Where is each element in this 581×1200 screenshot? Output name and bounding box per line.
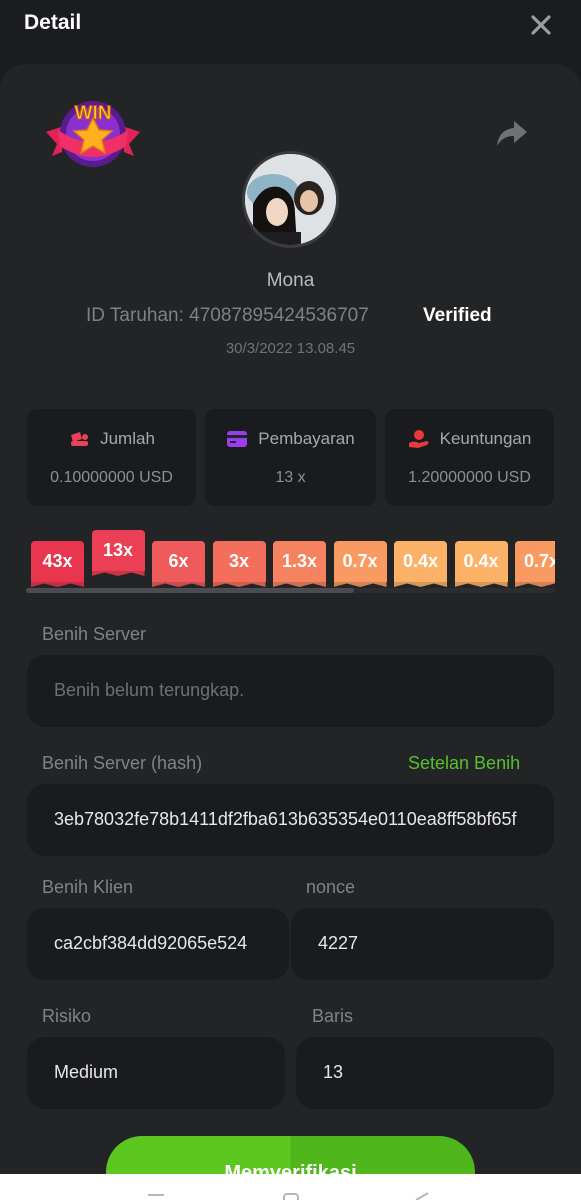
seed-settings-link[interactable]: Setelan Benih (408, 753, 520, 774)
server-hash-field[interactable]: 3eb78032fe78b1411df2fba613b635354e0110ea… (27, 784, 554, 856)
nonce-label: nonce (306, 877, 356, 897)
stat-value-profit: 1.20000000 USD (408, 469, 531, 486)
server-seed-field[interactable]: Benih belum terungkap. (27, 655, 554, 727)
stat-card-profit: Keuntungan 1.20000000 USD (385, 409, 554, 506)
stat-label-profit: Keuntungan (439, 429, 532, 448)
server-hash-label: Benih Server (hash) (42, 753, 203, 773)
bet-detail-sheet: WIN Mona ID Taruhan: 47087895424536707 V… (0, 64, 581, 1200)
client-seed-value: ca2cbf384dd92065e524 (54, 933, 248, 953)
stat-card-payout: Pembayaran 13 x (205, 409, 376, 506)
stat-value-payout: 13 x (275, 469, 306, 486)
system-nav-bar (0, 1174, 581, 1200)
nonce-field[interactable]: 4227 (291, 908, 554, 980)
bet-datetime: 30/3/2022 13.08.45 (225, 340, 356, 357)
server-seed-value: Benih belum terungkap. (54, 680, 245, 700)
rows-value: 13 (323, 1062, 344, 1082)
bet-id: ID Taruhan: 47087895424536707 (86, 305, 369, 326)
stat-value-amount: 0.10000000 USD (50, 469, 173, 486)
close-icon[interactable] (528, 12, 554, 38)
share-icon[interactable] (496, 119, 528, 147)
avatar-photo (245, 154, 336, 245)
profit-hand-icon (408, 430, 429, 448)
nonce-value: 4227 (318, 933, 359, 953)
stat-label-amount: Jumlah (100, 429, 155, 448)
server-seed-label: Benih Server (42, 624, 147, 644)
back-icon[interactable] (412, 1192, 432, 1200)
multiplier-row[interactable]: 43x 13x 6x 3x 1.3x 0.7x 0.4x 0.4x 0.7x (26, 526, 555, 596)
multiplier-chip[interactable]: 43x (31, 541, 84, 582)
win-badge-text: WIN (75, 103, 112, 124)
recent-apps-icon[interactable] (146, 1192, 166, 1200)
risk-field[interactable]: Medium (27, 1037, 285, 1109)
coins-icon (71, 432, 89, 446)
verified-badge: Verified (423, 305, 492, 326)
rows-field[interactable]: 13 (296, 1037, 554, 1109)
avatar (242, 151, 339, 248)
stat-card-amount: Jumlah 0.10000000 USD (27, 409, 196, 506)
multiplier-chip[interactable]: 0.4x (394, 541, 447, 582)
username: Mona (266, 270, 315, 291)
multiplier-chip[interactable]: 0.4x (454, 541, 508, 582)
stat-label-payout: Pembayaran (258, 429, 355, 448)
page-title: Detail (24, 11, 82, 34)
card-icon (227, 431, 248, 447)
client-seed-label: Benih Klien (42, 877, 134, 897)
risk-label: Risiko (42, 1006, 92, 1026)
rows-label: Baris (312, 1006, 354, 1026)
risk-value: Medium (54, 1062, 119, 1082)
multiplier-chip[interactable]: 0.7x (515, 541, 555, 582)
multiplier-chip-active[interactable]: 13x (91, 530, 145, 571)
client-seed-field[interactable]: ca2cbf384dd92065e524 (27, 908, 289, 980)
multiplier-chip[interactable]: 3x (212, 541, 266, 582)
header-bar: Detail (0, 0, 581, 60)
multiplier-scroll-thumb[interactable] (26, 588, 354, 593)
multiplier-chip[interactable]: 6x (152, 541, 205, 582)
server-hash-value: 3eb78032fe78b1411df2fba613b635354e0110ea… (54, 809, 517, 829)
multiplier-chip[interactable]: 0.7x (333, 541, 387, 582)
multiplier-chip[interactable]: 1.3x (273, 541, 326, 582)
home-icon[interactable] (282, 1192, 300, 1200)
win-badge-icon: WIN (46, 101, 140, 167)
